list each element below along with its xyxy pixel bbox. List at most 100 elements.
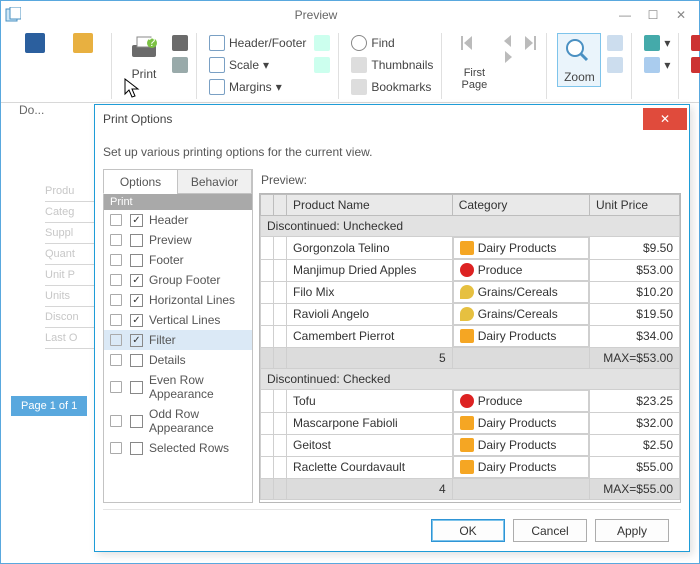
first-page-icon [458, 33, 490, 65]
checkbox-icon [130, 415, 143, 428]
margins-dropdown[interactable]: Margins ▾ [207, 77, 308, 97]
prev-page-icon[interactable] [500, 33, 516, 49]
mail-icon [691, 57, 700, 73]
close-window-button[interactable]: ✕ [667, 5, 695, 25]
window-title: Preview [21, 8, 611, 22]
option-label: Vertical Lines [149, 313, 220, 327]
checkbox-icon [130, 294, 143, 307]
bg-row: Units [45, 286, 95, 307]
options-section-header: Print [104, 194, 252, 210]
preview-pane: Product Name Category Unit Price Discont… [259, 193, 681, 503]
option-vertical-lines[interactable]: Vertical Lines [104, 310, 252, 330]
last-page-icon[interactable] [520, 33, 540, 53]
bg-row: Categ [45, 202, 95, 223]
dialog-footer: OK Cancel Apply [103, 509, 681, 551]
tab-options[interactable]: Options [103, 169, 178, 194]
option-footer[interactable]: Footer [104, 250, 252, 270]
printer-icon: ? [128, 33, 160, 65]
option-label: Footer [149, 253, 184, 267]
next-page-icon[interactable] [500, 49, 516, 65]
apply-button[interactable]: Apply [595, 519, 669, 542]
option-swatch [110, 254, 122, 266]
zoom-dropdown[interactable]: Zoom [557, 33, 601, 87]
options-list: Header Preview Footer Group Footer Horizonta… [104, 210, 252, 502]
multipage-button[interactable] [605, 33, 625, 53]
watermark-button[interactable]: ▾ [642, 55, 672, 75]
option-label: Odd Row Appearance [149, 407, 246, 435]
pdf-icon [691, 35, 700, 51]
col-category: Category [452, 195, 589, 216]
options-panel: Options Behavior Print Header Preview Foot… [103, 169, 253, 503]
option-swatch [110, 234, 122, 246]
option-selected-rows[interactable]: Selected Rows [104, 438, 252, 458]
checkbox-icon [130, 442, 143, 455]
option-label: Even Row Appearance [149, 373, 246, 401]
find-button[interactable]: Find [349, 33, 435, 53]
option-label: Horizontal Lines [149, 293, 235, 307]
group-summary: 4MAX=$55.00 [261, 479, 680, 500]
export-pdf-button[interactable]: ▾ [689, 33, 700, 53]
checkbox-icon [130, 274, 143, 287]
table-row: Manjimup Dried ApplesProduce$53.00 [261, 259, 680, 281]
option-swatch [110, 314, 122, 326]
table-row: Mascarpone FabioliDairy Products$32.00 [261, 412, 680, 434]
bgcolor-button[interactable]: ▾ [642, 33, 672, 53]
first-page-button[interactable]: FirstPage [452, 33, 496, 91]
ok-button[interactable]: OK [431, 519, 505, 542]
group-header: Discontinued: Checked [261, 369, 680, 390]
option-preview[interactable]: Preview [104, 230, 252, 250]
dialog-title: Print Options [103, 112, 643, 126]
cancel-button[interactable]: Cancel [513, 519, 587, 542]
group-summary: 5MAX=$53.00 [261, 348, 680, 369]
svg-text:?: ? [149, 35, 156, 49]
option-header[interactable]: Header [104, 210, 252, 230]
open-button[interactable] [61, 33, 105, 53]
quick-print-button[interactable] [170, 33, 190, 53]
background-panel: ProduCategSupplQuantUnit PUnitsDisconLas… [45, 181, 95, 349]
option-label: Header [149, 213, 188, 227]
option-swatch [110, 334, 122, 346]
singlepage-button[interactable] [605, 55, 625, 75]
thumbnails-button[interactable]: Thumbnails [349, 55, 435, 75]
option-swatch [110, 274, 122, 286]
bg-row: Discon [45, 307, 95, 328]
header-footer-button[interactable]: Header/Footer [207, 33, 308, 53]
scale-dropdown[interactable]: Scale ▾ [207, 55, 308, 75]
print-options-dialog: Print Options ✕ Set up various printing … [94, 104, 690, 552]
checkbox-icon [130, 214, 143, 227]
option-filter[interactable]: Filter [104, 330, 252, 350]
option-label: Preview [149, 233, 192, 247]
bg-row: Last O [45, 328, 95, 349]
option-group-footer[interactable]: Group Footer [104, 270, 252, 290]
table-row: Camembert PierrotDairy Products$34.00 [261, 325, 680, 348]
bg-row: Unit P [45, 265, 95, 286]
tab-behavior[interactable]: Behavior [177, 169, 252, 194]
maximize-button[interactable]: ☐ [639, 5, 667, 25]
send-pdf-button[interactable]: ▾ [689, 55, 700, 75]
print-options-button[interactable] [170, 55, 190, 75]
table-row: Ravioli AngeloGrains/Cereals$19.50 [261, 303, 680, 325]
minimize-button[interactable]: — [611, 5, 639, 25]
bookmarks-button[interactable]: Bookmarks [349, 77, 435, 97]
status-bar: Page 1 of 1 [11, 396, 87, 416]
bg-row: Produ [45, 181, 95, 202]
save-button[interactable] [13, 33, 57, 53]
checkbox-icon [130, 381, 143, 394]
option-swatch [110, 442, 122, 454]
size-button[interactable] [312, 55, 332, 75]
orientation-button[interactable] [312, 33, 332, 53]
option-details[interactable]: Details [104, 350, 252, 370]
option-label: Group Footer [149, 273, 220, 287]
option-swatch [110, 214, 122, 226]
option-odd-row-appearance[interactable]: Odd Row Appearance [104, 404, 252, 438]
window-titlebar: Preview — ☐ ✕ [1, 1, 699, 29]
dialog-close-button[interactable]: ✕ [643, 108, 687, 130]
option-horizontal-lines[interactable]: Horizontal Lines [104, 290, 252, 310]
table-row: GeitostDairy Products$2.50 [261, 434, 680, 456]
option-even-row-appearance[interactable]: Even Row Appearance [104, 370, 252, 404]
app-icon [5, 7, 21, 23]
print-dropdown[interactable]: ? Print [122, 33, 166, 81]
doc-group-caption: Do... [19, 103, 44, 117]
option-swatch [110, 415, 122, 427]
option-label: Filter [149, 333, 176, 347]
